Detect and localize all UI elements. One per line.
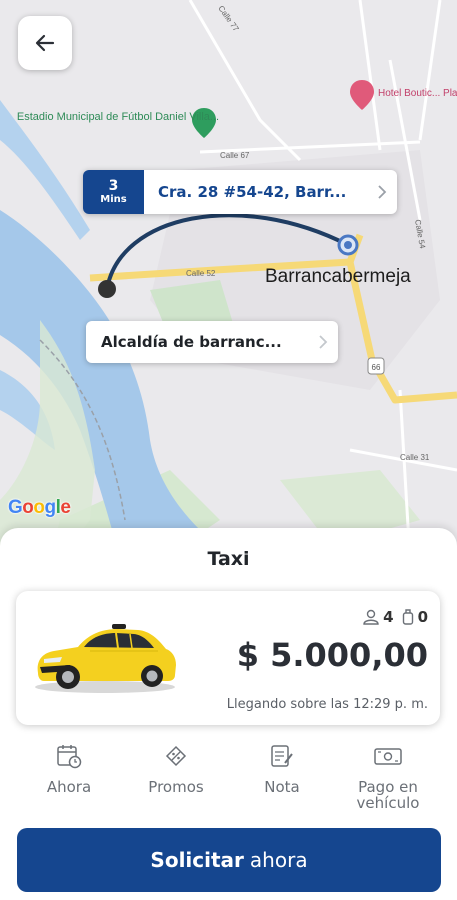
- street-label: Calle 67: [220, 151, 250, 160]
- coupon-icon: [165, 745, 187, 767]
- back-button[interactable]: [18, 16, 72, 70]
- trip-options: Ahora Promos Nota Pago en vehículo: [0, 743, 457, 813]
- vehicle-option-card[interactable]: 4 0 $ 5.000,00 Llegando sobre las 12:29 …: [16, 591, 440, 725]
- passenger-count: 4: [383, 608, 394, 626]
- calendar-clock-icon: [57, 745, 82, 769]
- action-label: Nota: [264, 778, 300, 796]
- street-label: Calle 31: [400, 453, 430, 462]
- eta-value: 3: [108, 178, 119, 194]
- taxi-car-image: [35, 624, 176, 693]
- request-now-button[interactable]: Solicitar ahora: [17, 828, 441, 892]
- luggage-icon: [402, 609, 413, 625]
- eta-unit: Mins: [100, 194, 127, 205]
- street-label: 66: [372, 363, 381, 372]
- poi-label: Estadio Municipal de Fútbol Daniel Villa…: [17, 111, 219, 123]
- note-icon: [271, 745, 293, 767]
- luggage-count: 0: [417, 608, 428, 626]
- payment-button[interactable]: Pago en vehículo: [338, 743, 438, 811]
- origin-card[interactable]: Alcaldía de barranc...: [86, 321, 338, 363]
- promos-button[interactable]: Promos: [126, 743, 226, 795]
- cta-rest: ahora: [249, 848, 308, 872]
- action-label: Ahora: [46, 778, 92, 796]
- cash-icon: [374, 748, 402, 765]
- action-label: Promos: [148, 778, 204, 796]
- destination-card[interactable]: 3 Mins Cra. 28 #54-42, Barr...: [83, 170, 397, 214]
- arrival-time: Llegando sobre las 12:29 p. m.: [226, 697, 428, 712]
- person-icon: [363, 609, 379, 625]
- action-label: Pago en vehículo: [356, 778, 420, 812]
- destination-address: Cra. 28 #54-42, Barr...: [158, 183, 347, 201]
- origin-marker: [98, 280, 116, 298]
- note-button[interactable]: Nota: [232, 743, 332, 795]
- origin-address: Alcaldía de barranc...: [101, 333, 282, 351]
- cta-bold: Solicitar: [150, 848, 244, 872]
- city-label: Barrancabermeja: [265, 266, 411, 287]
- arrow-left-icon: [35, 34, 55, 52]
- eta-badge: 3 Mins: [83, 170, 144, 214]
- service-sheet: Taxi 4 0 $ 5.000,00 Llegando sobre las 1…: [0, 528, 457, 900]
- street-label: Calle 52: [186, 269, 216, 278]
- schedule-button[interactable]: Ahora: [19, 743, 119, 795]
- capacity-info: 4 0: [362, 608, 428, 626]
- google-logo: Google: [8, 497, 71, 518]
- chevron-right-icon: [308, 335, 338, 349]
- poi-label: Hotel Boutic... Plazuela Rea...: [378, 88, 457, 99]
- chevron-right-icon: [367, 170, 397, 214]
- fare-price: $ 5.000,00: [236, 636, 428, 674]
- service-title: Taxi: [207, 548, 250, 570]
